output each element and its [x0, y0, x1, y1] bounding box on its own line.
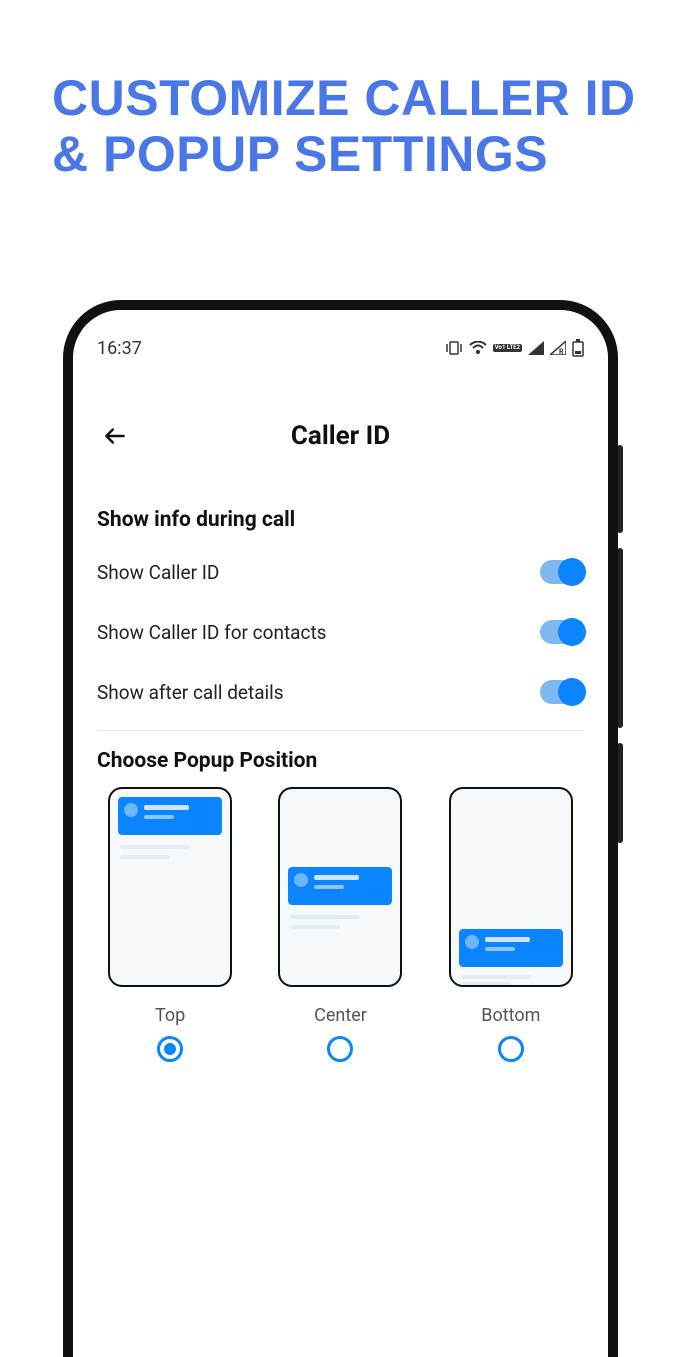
position-option-bottom: Bottom	[438, 787, 584, 1062]
page-title: Caller ID	[73, 421, 608, 451]
setting-label: Show Caller ID	[97, 561, 219, 584]
setting-row-show-caller-id: Show Caller ID	[97, 542, 584, 602]
device-frame: 16:37 Vo1 LTE2 R	[63, 300, 618, 1357]
signal-roaming-icon: R	[550, 341, 566, 355]
signal-icon	[528, 341, 544, 355]
promo-title: CUSTOMIZE CALLER ID & POPUP SETTINGS	[52, 70, 642, 182]
toggle-show-after-call[interactable]	[540, 680, 584, 704]
toggle-show-caller-id-contacts[interactable]	[540, 620, 584, 644]
position-preview-center[interactable]	[278, 787, 402, 987]
status-icons: Vo1 LTE2 R	[445, 339, 584, 357]
setting-row-show-after-call: Show after call details	[97, 662, 584, 722]
radio-center[interactable]	[327, 1036, 353, 1062]
content: Show info during call Show Caller ID Sho…	[73, 490, 608, 1357]
app-header: Caller ID	[73, 406, 608, 466]
setting-label: Show after call details	[97, 681, 284, 704]
status-time: 16:37	[97, 338, 142, 359]
toggle-show-caller-id[interactable]	[540, 560, 584, 584]
position-label: Center	[314, 1005, 367, 1026]
radio-top[interactable]	[157, 1036, 183, 1062]
radio-bottom[interactable]	[498, 1036, 524, 1062]
position-option-top: Top	[97, 787, 243, 1062]
back-button[interactable]	[95, 416, 135, 456]
setting-row-show-caller-id-contacts: Show Caller ID for contacts	[97, 602, 584, 662]
battery-icon	[572, 339, 584, 357]
svg-text:R: R	[559, 348, 564, 355]
wifi-icon	[469, 341, 487, 355]
setting-label: Show Caller ID for contacts	[97, 621, 326, 644]
screen: 16:37 Vo1 LTE2 R	[73, 310, 608, 1357]
position-option-center: Center	[267, 787, 413, 1062]
popup-position-row: Top Center Bottom	[97, 787, 584, 1062]
volte-badge: Vo1 LTE2	[493, 344, 522, 352]
arrow-left-icon	[102, 423, 128, 449]
position-label: Top	[155, 1005, 185, 1026]
position-preview-top[interactable]	[108, 787, 232, 987]
vibrate-icon	[445, 340, 463, 356]
section-title-show-info: Show info during call	[97, 508, 584, 532]
section-title-popup-position: Choose Popup Position	[97, 749, 584, 773]
position-label: Bottom	[481, 1005, 540, 1026]
divider	[97, 730, 584, 731]
status-bar: 16:37 Vo1 LTE2 R	[73, 332, 608, 364]
position-preview-bottom[interactable]	[449, 787, 573, 987]
